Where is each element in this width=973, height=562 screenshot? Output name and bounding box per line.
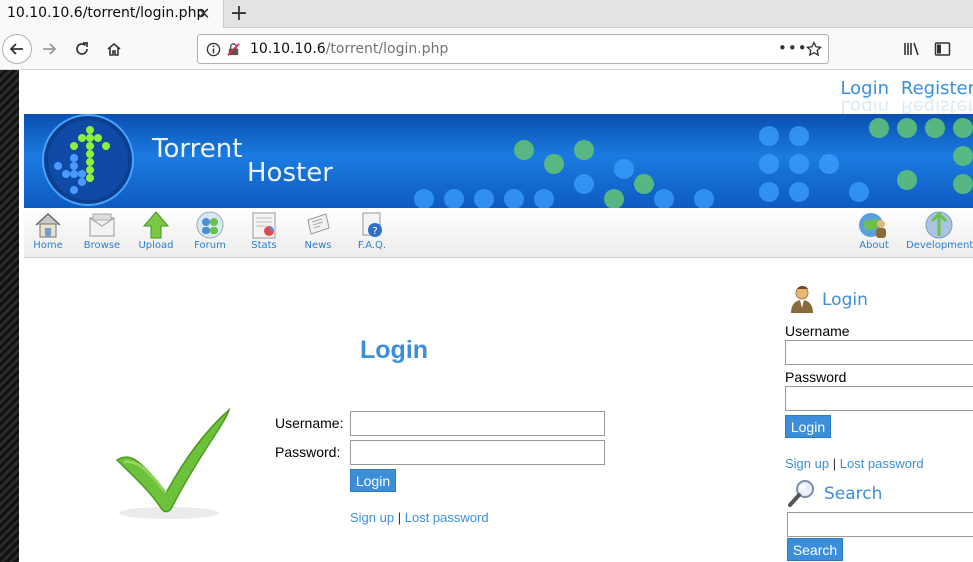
toolbar-home-label: Home <box>33 240 63 251</box>
home-button[interactable] <box>99 34 129 64</box>
toolbar-upload[interactable]: Upload <box>129 210 183 251</box>
stats-chart-icon <box>252 212 276 239</box>
main-links: Sign up | Lost password <box>350 510 489 525</box>
toolbar-faq[interactable]: ? F.A.Q. <box>345 210 399 251</box>
username-label: Username: <box>275 415 344 431</box>
sidebar-search-button[interactable]: Search <box>787 538 843 561</box>
forum-people-icon <box>196 211 224 239</box>
home-icon <box>107 42 121 56</box>
sidebar-password-label: Password <box>785 369 847 385</box>
toolbar-home[interactable]: Home <box>21 210 75 251</box>
forward-button[interactable] <box>34 34 64 64</box>
toolbar-about[interactable]: About <box>847 210 901 251</box>
toolbar-upload-label: Upload <box>138 240 174 251</box>
top-login-link[interactable]: Login Login <box>840 78 889 117</box>
username-input[interactable] <box>350 411 605 436</box>
magnifier-icon <box>788 480 814 507</box>
toolbar-news[interactable]: News <box>291 210 345 251</box>
back-icon <box>9 43 23 55</box>
sidebar-login-title: Login <box>822 290 868 310</box>
news-icon <box>307 213 330 235</box>
browser-nav-bar: 10.10.10.6/torrent/login.php ••• <box>0 28 973 70</box>
info-icon[interactable] <box>206 42 221 57</box>
page-actions-icon[interactable]: ••• <box>778 39 808 57</box>
sidebar-links: Sign up | Lost password <box>785 456 924 471</box>
checkmark-icon <box>115 407 231 519</box>
toolbar-stats[interactable]: Stats <box>237 210 291 251</box>
sidebar-search-title: Search <box>824 484 883 504</box>
sidebar-username-input[interactable] <box>785 340 973 365</box>
web-page: Login Login Register Register Torrent Ho… <box>19 70 973 562</box>
sidebar-login-button[interactable]: Login <box>785 415 831 438</box>
site-banner: Torrent Hoster <box>24 114 973 208</box>
toolbar-forum[interactable]: Forum <box>183 210 237 251</box>
sidebar-signup-link[interactable]: Sign up <box>785 456 829 471</box>
toolbar-browse-label: Browse <box>83 240 121 251</box>
page-title: Login <box>360 336 429 364</box>
url-text[interactable]: 10.10.10.6/torrent/login.php <box>250 41 448 57</box>
toolbar-development[interactable]: Development <box>906 210 973 251</box>
main-toolbar: Home Browse Upload Forum Stats News ? F.… <box>24 208 973 258</box>
url-path: /torrent/login.php <box>325 41 449 57</box>
browse-icon <box>89 213 115 237</box>
top-register-link[interactable]: Register Register <box>901 78 973 117</box>
password-label: Password: <box>275 444 341 460</box>
signup-link[interactable]: Sign up <box>350 510 394 525</box>
sidebar-icon[interactable] <box>934 41 951 57</box>
reload-icon <box>76 42 88 55</box>
toolbar-forum-label: Forum <box>194 240 226 251</box>
toolbar-faq-label: F.A.Q. <box>357 240 387 251</box>
password-input[interactable] <box>350 440 605 465</box>
house-icon <box>35 212 61 238</box>
development-icon <box>925 211 953 239</box>
insecure-lock-icon[interactable] <box>226 42 241 57</box>
svg-text:?: ? <box>372 226 377 237</box>
toolbar-browse[interactable]: Browse <box>75 210 129 251</box>
forward-icon <box>43 43 57 55</box>
toolbar-news-label: News <box>304 240 332 251</box>
library-icon[interactable] <box>903 41 920 57</box>
url-host: 10.10.10.6 <box>250 41 326 57</box>
toolbar-development-label: Development <box>906 240 973 251</box>
login-button[interactable]: Login <box>350 469 396 492</box>
sidebar-lost-password-link[interactable]: Lost password <box>840 456 924 471</box>
browser-tab-bar: 10.10.10.6/torrent/login.php ✕ + <box>0 0 973 28</box>
upload-arrow-icon <box>142 211 170 239</box>
about-icon <box>859 213 886 238</box>
reload-button[interactable] <box>67 34 97 64</box>
sidebar-password-input[interactable] <box>785 386 973 411</box>
toolbar-about-label: About <box>859 240 889 251</box>
toolbar-stats-label: Stats <box>251 240 277 251</box>
sidebar-username-label: Username <box>785 323 850 339</box>
lost-password-link[interactable]: Lost password <box>405 510 489 525</box>
bookmark-star-icon[interactable] <box>806 41 822 57</box>
tab-title: 10.10.10.6/torrent/login.php <box>7 5 206 21</box>
tab-close-icon[interactable]: ✕ <box>197 4 210 23</box>
sidebar-search-input[interactable] <box>787 512 973 537</box>
sidebar-links-separator: | <box>832 456 837 471</box>
links-separator: | <box>397 510 402 525</box>
browser-tab[interactable]: 10.10.10.6/torrent/login.php ✕ <box>0 0 224 28</box>
back-button[interactable] <box>2 34 32 64</box>
banner-title-hoster: Hoster <box>247 158 333 188</box>
user-icon <box>791 286 813 313</box>
new-tab-icon[interactable]: + <box>229 1 249 26</box>
banner-title-torrent: Torrent <box>152 134 243 164</box>
url-bar[interactable]: 10.10.10.6/torrent/login.php ••• <box>197 34 829 64</box>
faq-icon: ? <box>362 212 382 237</box>
left-edge-stripe <box>0 70 19 562</box>
